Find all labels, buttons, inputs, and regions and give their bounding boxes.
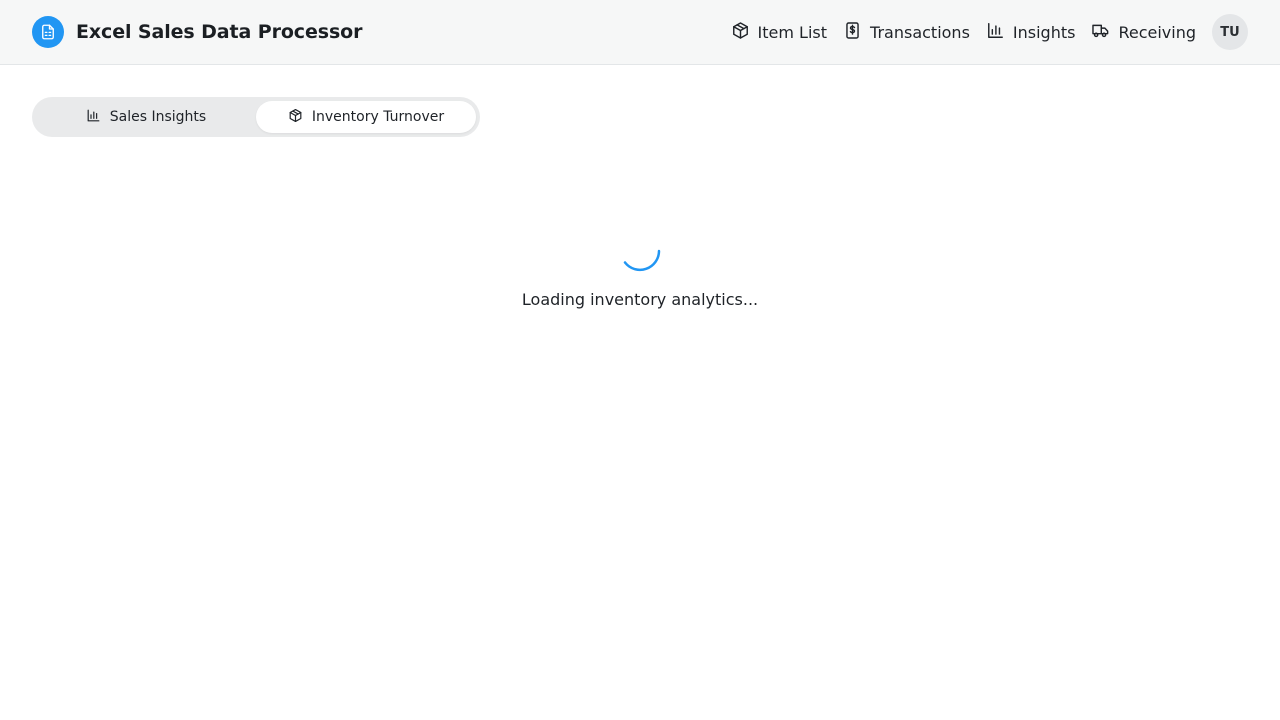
truck-icon — [1091, 21, 1110, 44]
app-title: Excel Sales Data Processor — [76, 21, 363, 43]
loading-spinner-icon — [615, 226, 665, 276]
loading-state: Loading inventory analytics... — [0, 226, 1280, 309]
tab-sales-insights[interactable]: Sales Insights — [36, 101, 256, 133]
app-header: Excel Sales Data Processor Item List Tra… — [0, 0, 1280, 65]
nav-item-transactions[interactable]: Transactions — [843, 21, 970, 44]
bar-chart-icon — [86, 108, 101, 127]
nav-item-label: Insights — [1012, 22, 1076, 42]
nav-item-item-list[interactable]: Item List — [731, 21, 827, 44]
nav-item-label: Receiving — [1118, 22, 1196, 42]
tab-inventory-turnover[interactable]: Inventory Turnover — [256, 101, 476, 133]
tab-label: Sales Insights — [109, 109, 207, 125]
nav-item-label: Transactions — [870, 22, 970, 42]
nav-item-label: Item List — [757, 22, 828, 42]
box-icon — [288, 108, 303, 127]
dollar-document-icon — [843, 21, 862, 44]
tab-label: Inventory Turnover — [311, 109, 445, 125]
user-avatar[interactable]: TU — [1212, 14, 1248, 50]
box-icon — [731, 21, 750, 44]
spreadsheet-icon — [32, 16, 64, 48]
insights-tabs: Sales Insights Inventory Turnover — [32, 97, 480, 137]
main-nav: Item List Transactions Insights Receivin… — [731, 14, 1248, 50]
bar-chart-icon — [986, 21, 1005, 44]
brand[interactable]: Excel Sales Data Processor — [32, 16, 362, 48]
nav-item-receiving[interactable]: Receiving — [1091, 21, 1196, 44]
nav-item-insights[interactable]: Insights — [986, 21, 1076, 44]
loading-text: Loading inventory analytics... — [521, 290, 759, 309]
